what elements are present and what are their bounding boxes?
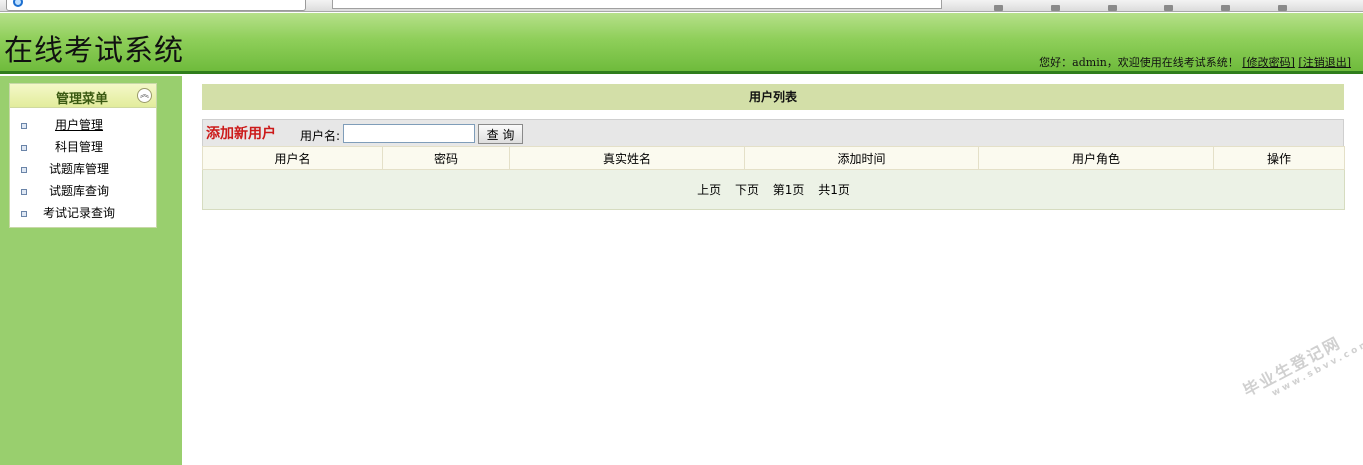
column-header-user-role: 用户角色 [978,146,1214,170]
bullet-icon [21,123,27,129]
pagination: 上页 下页 第1页 共1页 [202,169,1345,210]
site-title: 在线考试系统 [4,33,185,67]
total-pages: 共1页 [818,183,850,197]
sidebar-item-label[interactable]: 试题库管理 [49,158,109,180]
user-bar: 您好：admin，欢迎使用在线考试系统！ [修改密码] [注销退出] [1039,54,1351,70]
sidebar-item-label[interactable]: 科目管理 [55,136,103,158]
sidebar-item-question-bank-query[interactable]: 试题库查询 [10,180,156,202]
sidebar: 管理菜单 ︽ 用户管理 科目管理 试题库管理 试题库查询 考试记录查询 [0,76,182,465]
bullet-icon [21,211,27,217]
menu-header: 管理菜单 ︽ [10,84,156,108]
browser-chrome [0,0,1363,12]
toolbar-icon[interactable] [1278,5,1288,11]
pager-row: 上页 下页 第1页 共1页 [202,169,1345,210]
toolbar-icon[interactable] [1107,5,1117,11]
add-user-link[interactable]: 添加新用户 [206,123,276,143]
address-bar[interactable] [332,0,942,9]
page-title: 用户列表 [202,84,1344,110]
bullet-icon [21,167,27,173]
bullet-icon [21,189,27,195]
menu-title: 管理菜单 [56,92,109,107]
next-page-link[interactable]: 下页 [735,183,759,197]
sidebar-item-label[interactable]: 用户管理 [55,114,103,136]
change-password-link[interactable]: [修改密码] [1242,56,1295,69]
toolbar-icon[interactable] [994,5,1003,11]
column-header-actions: 操作 [1213,146,1345,170]
search-button[interactable]: 查 询 [478,124,523,144]
column-header-password: 密码 [382,146,510,170]
sidebar-item-exam-record-query[interactable]: 考试记录查询 [10,202,156,224]
bullet-icon [21,145,27,151]
column-header-real-name: 真实姓名 [509,146,745,170]
search-toolbar: 添加新用户 用户名: 查 询 [202,119,1344,146]
prev-page-link[interactable]: 上页 [697,183,721,197]
sidebar-item-question-bank-management[interactable]: 试题库管理 [10,158,156,180]
column-header-username: 用户名 [202,146,383,170]
column-header-added-time: 添加时间 [744,146,979,170]
username: admin [1072,56,1107,69]
search-label: 用户名: [300,129,341,143]
toolbar-icon[interactable] [1221,5,1231,11]
sidebar-item-label[interactable]: 试题库查询 [49,180,109,202]
sidebar-item-subject-management[interactable]: 科目管理 [10,136,156,158]
browser-tab[interactable] [6,0,306,11]
page-header: 在线考试系统 您好：admin，欢迎使用在线考试系统！ [修改密码] [注销退出… [0,13,1363,74]
browser-tab-title [29,0,119,3]
greeting-prefix: 您好： [1039,56,1073,69]
search-input[interactable] [343,124,475,143]
sidebar-item-label[interactable]: 考试记录查询 [43,202,115,224]
double-chevron-up-icon[interactable]: ︽ [137,88,152,103]
sidebar-item-user-management[interactable]: 用户管理 [10,114,156,136]
current-page: 第1页 [772,183,805,197]
toolbar-icon[interactable] [1164,5,1174,11]
toolbar-icon[interactable] [1050,5,1060,11]
browser-toolbar [950,0,1360,11]
menu-list: 用户管理 科目管理 试题库管理 试题库查询 考试记录查询 [10,108,156,224]
watermark: 毕业生登记网 www.sbvv.com [1238,317,1363,410]
browser-icon [13,0,23,7]
table-header-row: 用户名 密码 真实姓名 添加时间 用户角色 操作 [202,146,1345,170]
logout-link[interactable]: [注销退出] [1298,56,1351,69]
main-content: 用户列表 添加新用户 用户名: 查 询 用户名 密码 真实姓名 添加时间 用户角… [202,84,1345,210]
menu-panel: 管理菜单 ︽ 用户管理 科目管理 试题库管理 试题库查询 考试记录查询 [9,83,157,228]
greeting-suffix: ，欢迎使用在线考试系统！ [1106,56,1239,69]
user-table: 用户名 密码 真实姓名 添加时间 用户角色 操作 上页 下页 第1页 共1页 [202,146,1345,210]
